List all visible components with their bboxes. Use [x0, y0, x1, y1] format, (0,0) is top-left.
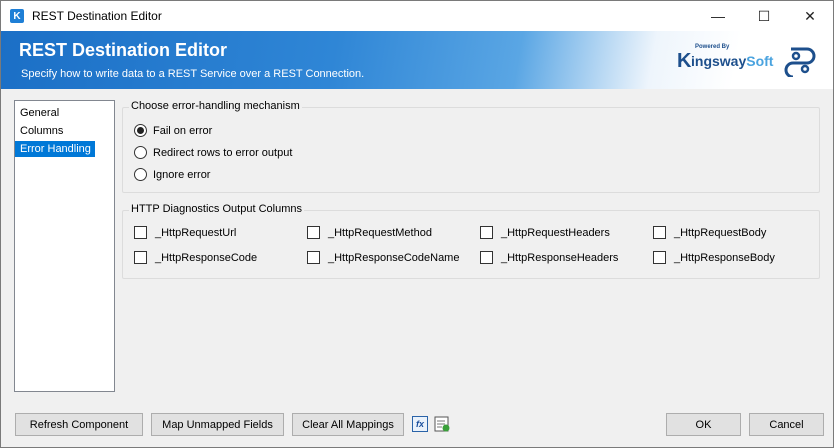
rest-destination-editor-window: K REST Destination Editor — ☐ ✕ REST Des… [0, 0, 834, 448]
http-request-method-label: _HttpRequestMethod [328, 226, 432, 239]
http-diagnostics-group-title: HTTP Diagnostics Output Columns [129, 203, 304, 215]
http-response-code-name-checkbox[interactable] [307, 251, 320, 264]
http-response-code-label: _HttpResponseCode [155, 251, 258, 264]
banner-title: REST Destination Editor [19, 40, 228, 60]
ok-button[interactable]: OK [666, 413, 741, 436]
http-diagnostics-group: HTTP Diagnostics Output Columns _HttpReq… [122, 203, 820, 279]
nav-item-columns[interactable]: Columns [15, 123, 114, 139]
http-response-body-checkbox[interactable] [653, 251, 666, 264]
redirect-rows-option[interactable]: Redirect rows to error output [134, 146, 292, 159]
logo-powered-by: Powered By [695, 44, 730, 50]
http-request-body-label: _HttpRequestBody [674, 226, 767, 239]
close-button[interactable]: ✕ [787, 1, 833, 31]
kingswaysoft-logo: Powered By K ingswaySoft [677, 43, 774, 75]
page-navigation-list: General Columns Error Handling [14, 100, 115, 392]
error-handling-group-title: Choose error-handling mechanism [129, 100, 302, 112]
http-request-url-checkbox[interactable] [134, 226, 147, 239]
variables-icon[interactable] [434, 416, 450, 432]
window-title: REST Destination Editor [32, 9, 162, 23]
maximize-button[interactable]: ☐ [741, 1, 787, 31]
redirect-rows-label: Redirect rows to error output [153, 146, 293, 159]
title-bar[interactable]: K REST Destination Editor — ☐ ✕ [1, 1, 833, 31]
rest-brand-icon [784, 47, 816, 77]
kingswaysoft-app-icon: K [10, 9, 24, 23]
cancel-button[interactable]: Cancel [749, 413, 824, 436]
http-response-code-checkbox[interactable] [134, 251, 147, 264]
http-response-code-name-option[interactable]: _HttpResponseCodeName [307, 251, 459, 264]
http-request-headers-checkbox[interactable] [480, 226, 493, 239]
clear-all-mappings-button[interactable]: Clear All Mappings [292, 413, 404, 436]
minimize-button[interactable]: — [695, 1, 741, 31]
logo-k: K [677, 50, 692, 72]
banner-subtitle: Specify how to write data to a REST Serv… [21, 68, 365, 80]
fail-on-error-radio[interactable] [134, 124, 147, 137]
fail-on-error-label: Fail on error [153, 124, 213, 137]
http-request-headers-label: _HttpRequestHeaders [501, 226, 610, 239]
http-request-url-label: _HttpRequestUrl [155, 226, 237, 239]
http-response-headers-label: _HttpResponseHeaders [501, 251, 619, 264]
nav-item-general[interactable]: General [15, 105, 114, 121]
logo-name: ingswaySoft [691, 53, 774, 69]
ignore-error-label: Ignore error [153, 168, 211, 181]
refresh-component-button[interactable]: Refresh Component [15, 413, 143, 436]
http-response-headers-option[interactable]: _HttpResponseHeaders [480, 251, 618, 264]
http-response-body-label: _HttpResponseBody [674, 251, 775, 264]
window-controls: — ☐ ✕ [695, 1, 833, 31]
http-response-code-option[interactable]: _HttpResponseCode [134, 251, 257, 264]
http-request-method-checkbox[interactable] [307, 226, 320, 239]
map-unmapped-fields-button[interactable]: Map Unmapped Fields [151, 413, 284, 436]
error-handling-group: Choose error-handling mechanism Fail on … [122, 100, 820, 193]
redirect-rows-radio[interactable] [134, 146, 147, 159]
http-request-body-option[interactable]: _HttpRequestBody [653, 226, 766, 239]
http-response-code-name-label: _HttpResponseCodeName [328, 251, 460, 264]
http-response-headers-checkbox[interactable] [480, 251, 493, 264]
radio-selected-dot [137, 127, 144, 134]
header-banner: REST Destination Editor Specify how to w… [1, 31, 833, 89]
nav-item-error-handling[interactable]: Error Handling [15, 141, 95, 157]
ignore-error-radio[interactable] [134, 168, 147, 181]
http-response-body-option[interactable]: _HttpResponseBody [653, 251, 775, 264]
http-request-headers-option[interactable]: _HttpRequestHeaders [480, 226, 610, 239]
http-request-url-option[interactable]: _HttpRequestUrl [134, 226, 236, 239]
http-request-method-option[interactable]: _HttpRequestMethod [307, 226, 432, 239]
function-icon[interactable]: fx [412, 416, 428, 432]
fail-on-error-option[interactable]: Fail on error [134, 124, 212, 137]
ignore-error-option[interactable]: Ignore error [134, 168, 210, 181]
http-request-body-checkbox[interactable] [653, 226, 666, 239]
